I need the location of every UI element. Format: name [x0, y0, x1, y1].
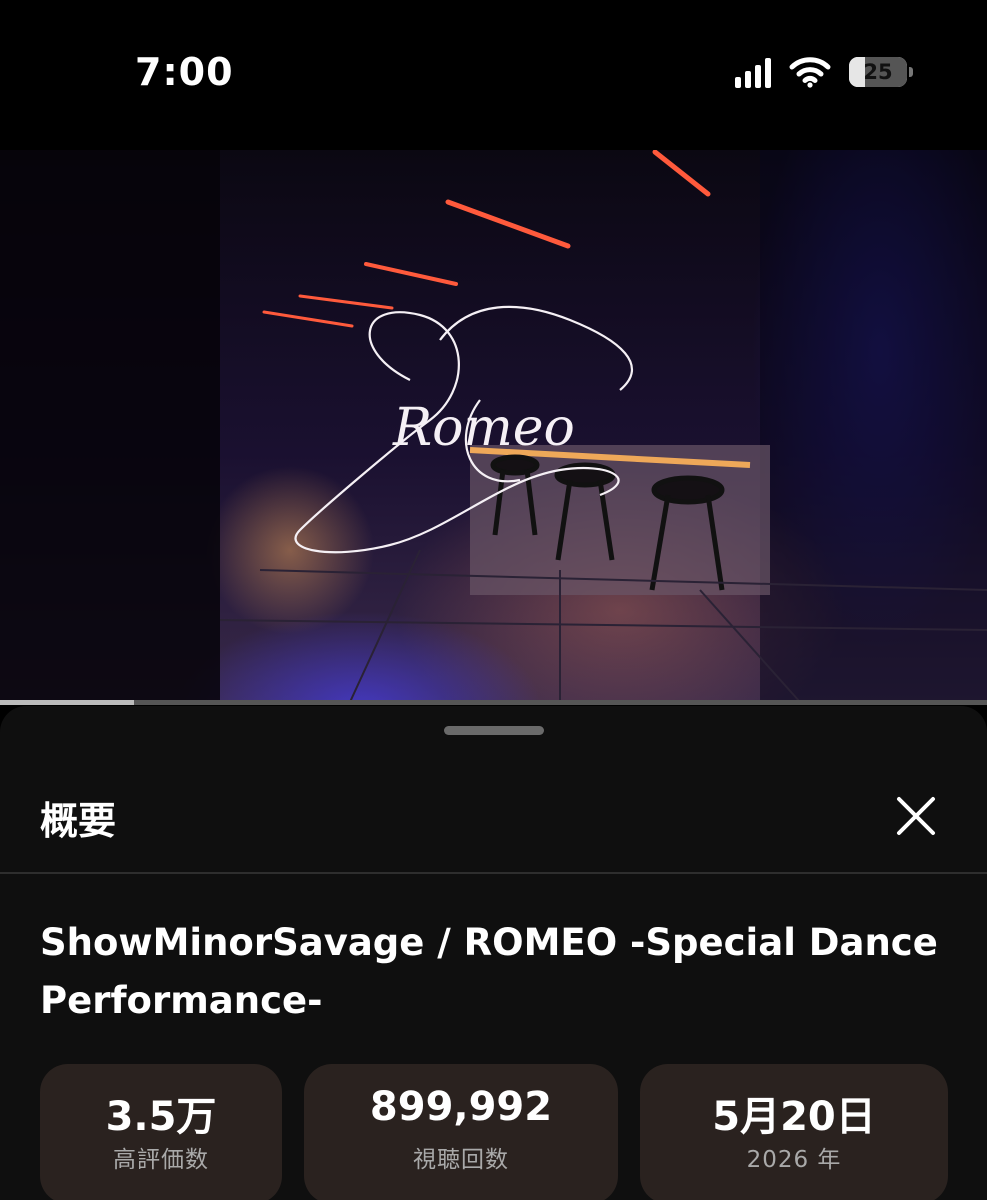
likes-label: 高評価数 — [113, 1147, 209, 1173]
neon-light — [445, 199, 571, 249]
drag-handle[interactable] — [444, 726, 544, 735]
status-bar: 7:00 25 — [0, 0, 987, 150]
wall — [760, 150, 987, 702]
status-icons: 25 — [735, 56, 913, 88]
video-player[interactable]: Romeo — [0, 150, 987, 702]
stats-row: 3.5万 高評価数 899,992 視聴回数 5月20日 2026 年 — [40, 1064, 948, 1200]
views-count: 899,992 — [369, 1084, 553, 1130]
video-progress-bar[interactable] — [0, 700, 987, 705]
signal-bars-icon — [735, 56, 771, 88]
video-progress-played — [0, 700, 135, 705]
likes-count: 3.5万 — [105, 1094, 217, 1140]
neon-light — [652, 150, 711, 197]
neon-light — [262, 310, 354, 328]
neon-light — [364, 262, 458, 286]
neon-light — [298, 294, 394, 310]
pillar — [0, 150, 220, 702]
romeo-logo-text: Romeo — [392, 398, 575, 458]
video-frame: Romeo — [0, 150, 987, 702]
video-title-line-2: Performance- — [40, 979, 323, 1022]
sheet-header: 概要 — [0, 766, 987, 874]
video-title-line-1: ShowMinorSavage / ROMEO -Special Dance — [40, 921, 938, 964]
views-label: 視聴回数 — [413, 1147, 509, 1173]
wifi-icon — [789, 57, 831, 88]
upload-date: 5月20日 — [712, 1094, 876, 1140]
video-title: ShowMinorSavage / ROMEO -Special Dance P… — [40, 914, 940, 1030]
sheet-title: 概要 — [40, 799, 117, 843]
status-time: 7:00 — [135, 50, 234, 94]
battery-level: 25 — [863, 60, 893, 84]
close-icon — [897, 797, 935, 835]
views-stat: 899,992 視聴回数 — [304, 1064, 618, 1200]
likes-stat: 3.5万 高評価数 — [40, 1064, 282, 1200]
battery-icon: 25 — [849, 57, 913, 87]
close-button[interactable] — [886, 786, 946, 846]
date-stat: 5月20日 2026 年 — [640, 1064, 948, 1200]
upload-year: 2026 年 — [746, 1147, 842, 1173]
description-sheet: 概要 ShowMinorSavage / ROMEO -Special Danc… — [0, 706, 987, 1200]
